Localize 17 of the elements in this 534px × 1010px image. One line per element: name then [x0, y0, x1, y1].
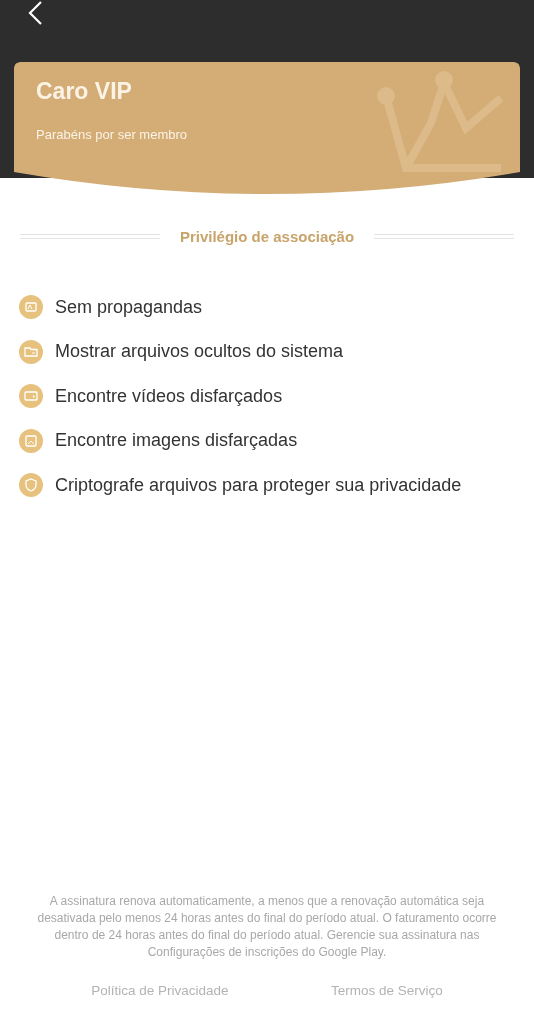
feature-label: Encontre imagens disfarçadas	[55, 430, 298, 451]
back-icon	[27, 0, 43, 26]
ads-icon	[19, 295, 43, 319]
card-title: Caro VIP	[36, 78, 133, 105]
feature-label: Sem propagandas	[55, 296, 203, 318]
folder-icon	[19, 339, 43, 364]
video-icon	[19, 384, 43, 408]
disclaimer-text: A assinatura renova automaticamente, a menos que a renovação automática seja desativada pelo menos 24 horas antes do final do período atual. O faturamento ocorre dentro de 24 horas antes do final do período atual. Gerencie sua assinatura nas Configurações de inscrições do Google Play.	[36, 893, 498, 961]
card-subtitle: Parabéns por ser membro	[36, 127, 188, 142]
feature-label: Criptografe arquivos para proteger sua privacidade	[55, 474, 462, 496]
footer-link[interactable]: Termos de Serviço	[331, 983, 443, 998]
footer-link[interactable]: Política de Privacidade	[91, 983, 229, 998]
shield-icon	[19, 473, 43, 497]
feature-label: Mostrar arquivos ocultos do sistema	[55, 341, 344, 362]
image-icon	[19, 428, 43, 453]
feature-label: Encontre vídeos disfarçados	[55, 385, 283, 407]
section-title: Privilégio de associação	[179, 228, 355, 245]
